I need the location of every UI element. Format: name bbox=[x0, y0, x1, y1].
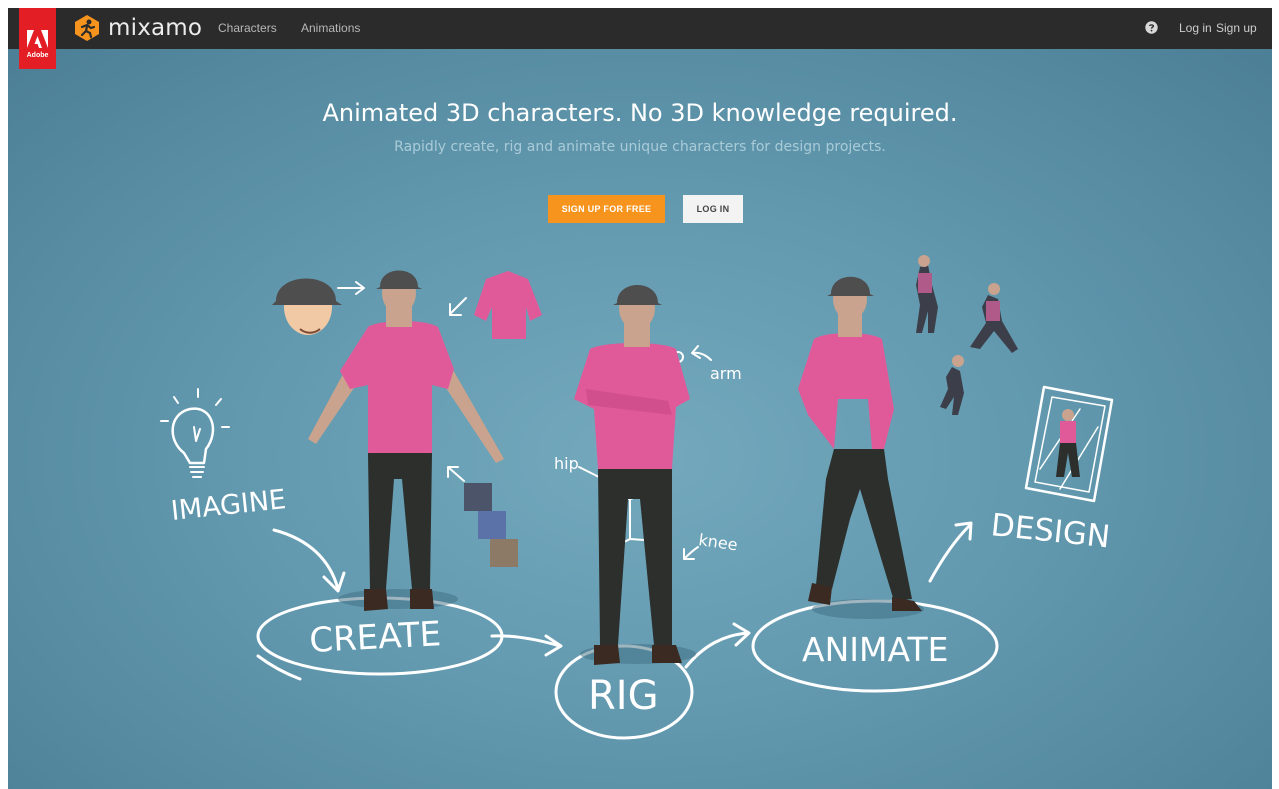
hero-subtitle: Rapidly create, rig and animate unique c… bbox=[394, 139, 886, 155]
fabric-swatches-icon bbox=[464, 483, 518, 567]
adobe-badge-label: Adobe bbox=[26, 52, 49, 59]
arrow-rig-to-animate bbox=[684, 631, 750, 669]
hero-section: IMAGINE CREATE RIG ANIMATE DESIGN arm hi… bbox=[8, 49, 1272, 789]
character-tpose bbox=[308, 270, 504, 611]
lightbulb-sketch-icon bbox=[160, 388, 230, 478]
shirt-icon bbox=[474, 271, 542, 339]
rig-label: RIG bbox=[588, 673, 659, 719]
arm-label: arm bbox=[710, 364, 742, 383]
nav-animations-link[interactable]: Animations bbox=[301, 21, 360, 35]
knee-label: knee bbox=[697, 530, 738, 554]
hip-label: hip bbox=[554, 454, 579, 473]
design-frame-character bbox=[1056, 409, 1080, 477]
animation-poses-icon bbox=[916, 255, 1018, 415]
adobe-badge[interactable]: Adobe bbox=[19, 8, 56, 69]
imagine-label: IMAGINE bbox=[169, 484, 287, 527]
brand[interactable]: mixamo bbox=[73, 13, 202, 43]
log-in-button[interactable]: LOG IN bbox=[683, 195, 743, 223]
nav-login-link[interactable]: Log in bbox=[1179, 21, 1212, 35]
brand-name: mixamo bbox=[108, 15, 203, 41]
character-rigged bbox=[574, 285, 696, 665]
help-icon[interactable] bbox=[1145, 21, 1158, 34]
mixamo-logo-icon bbox=[75, 15, 99, 41]
character-head-icon bbox=[272, 278, 342, 335]
design-label: DESIGN bbox=[989, 507, 1112, 555]
character-walking bbox=[798, 276, 924, 619]
animate-label: ANIMATE bbox=[802, 630, 949, 669]
create-label: CREATE bbox=[308, 614, 442, 661]
page: mixamo Characters Animations Log in Sign… bbox=[8, 8, 1272, 789]
workflow-illustration: IMAGINE CREATE RIG ANIMATE DESIGN arm hi… bbox=[160, 255, 1114, 740]
adobe-logo-icon bbox=[27, 30, 48, 48]
nav-characters-link[interactable]: Characters bbox=[218, 21, 277, 35]
top-navigation-bar: mixamo Characters Animations Log in Sign… bbox=[8, 8, 1272, 49]
hero-title: Animated 3D characters. No 3D knowledge … bbox=[322, 99, 958, 127]
nav-signup-link[interactable]: Sign up bbox=[1216, 21, 1257, 35]
sign-up-for-free-button[interactable]: SIGN UP FOR FREE bbox=[548, 195, 665, 223]
arrow-animate-to-design bbox=[928, 523, 972, 583]
